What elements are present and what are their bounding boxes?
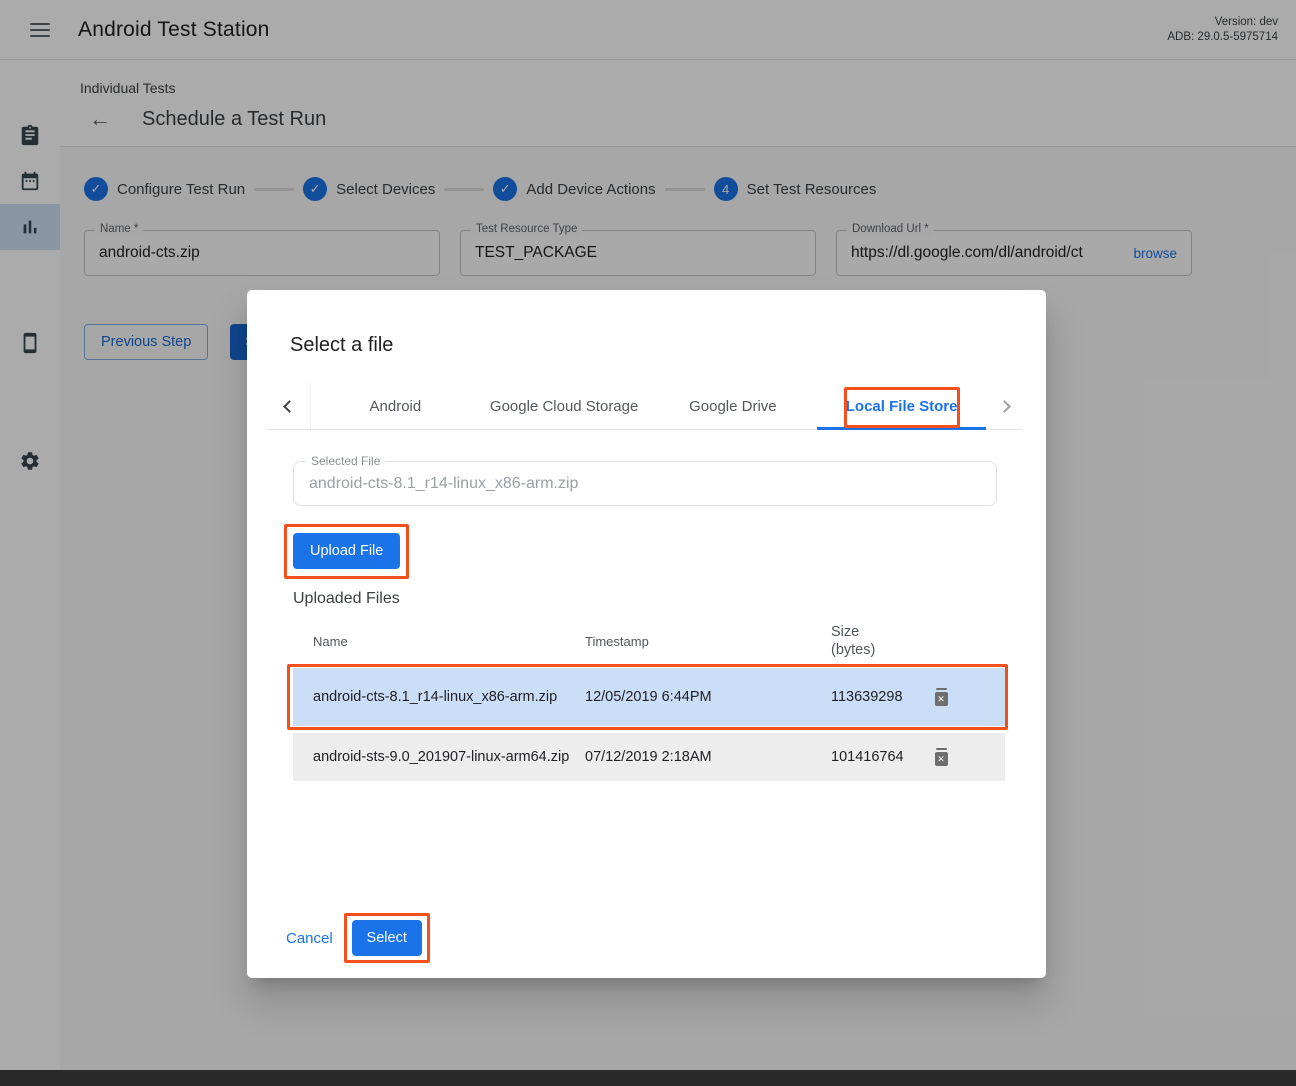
column-header-size: Size (bytes) — [831, 623, 918, 659]
selected-file-value: android-cts-8.1_r14-linux_x86-arm.zip — [294, 475, 593, 493]
uploaded-files-title: Uploaded Files — [293, 590, 1005, 608]
file-name: android-cts-8.1_r14-linux_x86-arm.zip — [293, 689, 585, 705]
trash-icon — [936, 688, 947, 691]
chevron-left-icon — [283, 400, 296, 413]
uploaded-files-table: Name Timestamp Size (bytes) android-cts-… — [293, 621, 1005, 781]
dialog-title: Select a file — [247, 290, 1046, 357]
file-timestamp: 12/05/2019 6:44PM — [585, 689, 831, 705]
tab-android-label: Android — [370, 398, 422, 415]
file-source-tabs: Android Google Cloud Storage Google Driv… — [268, 383, 1022, 430]
column-header-name: Name — [293, 634, 585, 649]
screen: Android Test Station Version: dev ADB: 2… — [0, 0, 1296, 1086]
select-button[interactable]: Select — [352, 920, 422, 956]
column-header-timestamp: Timestamp — [585, 634, 831, 649]
file-size: 113639298 — [831, 689, 918, 705]
select-file-dialog: Select a file Android Google Cloud Stora… — [247, 290, 1046, 978]
table-row[interactable]: android-cts-8.1_r14-linux_x86-arm.zip 12… — [293, 668, 1005, 726]
tab-google-drive[interactable]: Google Drive — [649, 383, 818, 429]
tabs-scroll-left-button[interactable] — [268, 383, 311, 429]
tab-gdrive-label: Google Drive — [689, 398, 777, 415]
delete-file-button[interactable]: ✕ — [924, 680, 958, 714]
table-row[interactable]: android-sts-9.0_201907-linux-arm64.zip 0… — [293, 733, 1005, 781]
dialog-footer: Cancel Select — [286, 920, 422, 956]
tab-local-file-store[interactable]: Local File Store — [817, 383, 986, 429]
upload-file-button[interactable]: Upload File — [293, 533, 400, 569]
tab-gcs-label: Google Cloud Storage — [490, 398, 638, 415]
tabs-scroll-right-button[interactable] — [986, 383, 1022, 429]
cancel-button[interactable]: Cancel — [286, 930, 333, 947]
trash-icon — [936, 748, 947, 751]
selected-file-field: Selected File android-cts-8.1_r14-linux_… — [293, 461, 997, 506]
selected-file-label: Selected File — [306, 454, 385, 468]
file-timestamp: 07/12/2019 2:18AM — [585, 749, 831, 765]
tab-local-file-store-label: Local File Store — [846, 398, 958, 415]
tab-android[interactable]: Android — [311, 383, 480, 429]
delete-file-button[interactable]: ✕ — [924, 740, 958, 774]
file-size: 101416764 — [831, 749, 918, 765]
file-name: android-sts-9.0_201907-linux-arm64.zip — [293, 749, 585, 765]
tab-google-cloud-storage[interactable]: Google Cloud Storage — [480, 383, 649, 429]
chevron-right-icon — [998, 400, 1011, 413]
table-header-row: Name Timestamp Size (bytes) — [293, 621, 1005, 661]
